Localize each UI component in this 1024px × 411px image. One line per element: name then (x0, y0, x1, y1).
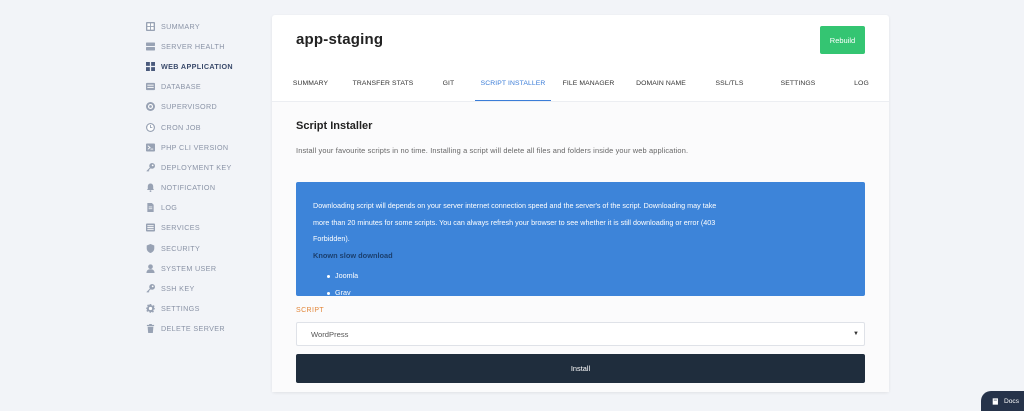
sidebar-nav: SUMMARY SERVER HEALTH WEB APPLICATION DA… (146, 16, 266, 339)
sidebar-item-label: DEPLOYMENT KEY (161, 162, 232, 172)
docs-button[interactable]: Docs (981, 391, 1024, 411)
tab-log[interactable]: LOG (851, 75, 872, 101)
sidebar-item-settings[interactable]: SETTINGS (146, 299, 266, 319)
grid-icon (146, 21, 155, 31)
sidebar-item-supervisord[interactable]: SUPERVISORD (146, 97, 266, 117)
tab-ssl-tls[interactable]: SSL/TLS (712, 75, 747, 101)
section-title: Script Installer (296, 120, 373, 132)
database-icon (146, 82, 155, 91)
sidebar-item-log[interactable]: LOG (146, 198, 266, 218)
sidebar-item-ssh-key[interactable]: SSH KEY (146, 278, 266, 298)
tab-git[interactable]: GIT (438, 75, 459, 101)
tab-settings[interactable]: SETTINGS (777, 75, 819, 101)
list-item: Joomla (327, 268, 849, 285)
info-alert: Downloading script will depends on your … (296, 182, 865, 297)
slow-download-list: Joomla Grav (313, 268, 849, 301)
sidebar-item-label: CRON JOB (161, 122, 201, 132)
trash-icon (146, 324, 155, 334)
sidebar-item-cron-job[interactable]: CRON JOB (146, 117, 266, 137)
sidebar-item-php-cli-version[interactable]: PHP CLI VERSION (146, 137, 266, 157)
sidebar-item-security[interactable]: SECURITY (146, 238, 266, 258)
key-icon (146, 284, 155, 293)
script-installer-panel: Script Installer Install your favourite … (272, 101, 889, 392)
tab-summary[interactable]: SUMMARY (293, 75, 328, 101)
sidebar-item-label: SUMMARY (161, 21, 201, 31)
install-button[interactable]: Install (296, 354, 865, 383)
apps-icon (146, 61, 155, 71)
sidebar-item-label: LOG (161, 203, 178, 213)
list-icon (146, 223, 155, 233)
clock-icon (146, 122, 155, 132)
server-icon (146, 42, 155, 51)
sidebar-item-deployment-key[interactable]: DEPLOYMENT KEY (146, 157, 266, 177)
sidebar-item-label: SYSTEM USER (161, 263, 217, 273)
user-icon (146, 264, 155, 273)
key-icon (146, 162, 155, 172)
sidebar-item-label: DELETE SERVER (161, 324, 225, 334)
file-icon (146, 203, 155, 213)
tab-bar: SUMMARY TRANSFER STATS GIT SCRIPT INSTAL… (272, 75, 889, 101)
sidebar-item-delete-server[interactable]: DELETE SERVER (146, 319, 266, 339)
sidebar-item-label: DATABASE (161, 82, 202, 92)
sidebar-item-summary[interactable]: SUMMARY (146, 16, 266, 36)
sidebar-item-label: WEB APPLICATION (161, 61, 233, 71)
bell-icon (146, 183, 155, 193)
script-select-value: WordPress (311, 329, 349, 339)
sidebar-item-label: SERVER HEALTH (161, 41, 225, 51)
book-icon (991, 397, 1000, 406)
sidebar-item-server-health[interactable]: SERVER HEALTH (146, 36, 266, 56)
tab-transfer-stats[interactable]: TRANSFER STATS (352, 75, 414, 101)
rebuild-button[interactable]: Rebuild (820, 26, 865, 54)
section-description: Install your favourite scripts in no tim… (296, 146, 689, 155)
sidebar-item-services[interactable]: SERVICES (146, 218, 266, 238)
sidebar-item-label: PHP CLI VERSION (161, 142, 229, 152)
chevron-down-icon: ▼ (853, 331, 859, 337)
sidebar-item-label: SERVICES (161, 223, 201, 233)
gear-icon (146, 304, 155, 314)
list-item: Grav (327, 285, 849, 302)
web-application-card: app-staging Rebuild SUMMARY TRANSFER STA… (272, 15, 889, 392)
script-label: SCRIPT (296, 307, 325, 314)
shield-icon (146, 243, 155, 253)
terminal-icon (146, 143, 155, 152)
script-select[interactable]: WordPress ▼ (296, 322, 865, 346)
sidebar-item-system-user[interactable]: SYSTEM USER (146, 258, 266, 278)
sidebar-item-label: SUPERVISORD (161, 102, 218, 112)
sidebar-item-notification[interactable]: NOTIFICATION (146, 178, 266, 198)
sidebar-item-web-application[interactable]: WEB APPLICATION (146, 56, 266, 76)
sidebar-item-label: SETTINGS (161, 304, 200, 314)
tab-script-installer[interactable]: SCRIPT INSTALLER (475, 75, 551, 101)
card-header: app-staging Rebuild SUMMARY TRANSFER STA… (272, 15, 889, 115)
sidebar-item-label: SECURITY (161, 243, 201, 253)
sidebar-item-database[interactable]: DATABASE (146, 77, 266, 97)
slow-download-title: Known slow download (313, 250, 393, 260)
tab-domain-name[interactable]: DOMAIN NAME (633, 75, 689, 101)
info-text: Downloading script will depends on your … (313, 201, 717, 243)
sidebar-item-label: SSH KEY (161, 284, 195, 294)
sidebar-item-label: NOTIFICATION (161, 183, 216, 193)
page-title: app-staging (296, 31, 384, 48)
gear-circle-icon (146, 102, 155, 112)
tab-file-manager[interactable]: FILE MANAGER (561, 75, 616, 101)
docs-label: Docs (1004, 397, 1020, 405)
